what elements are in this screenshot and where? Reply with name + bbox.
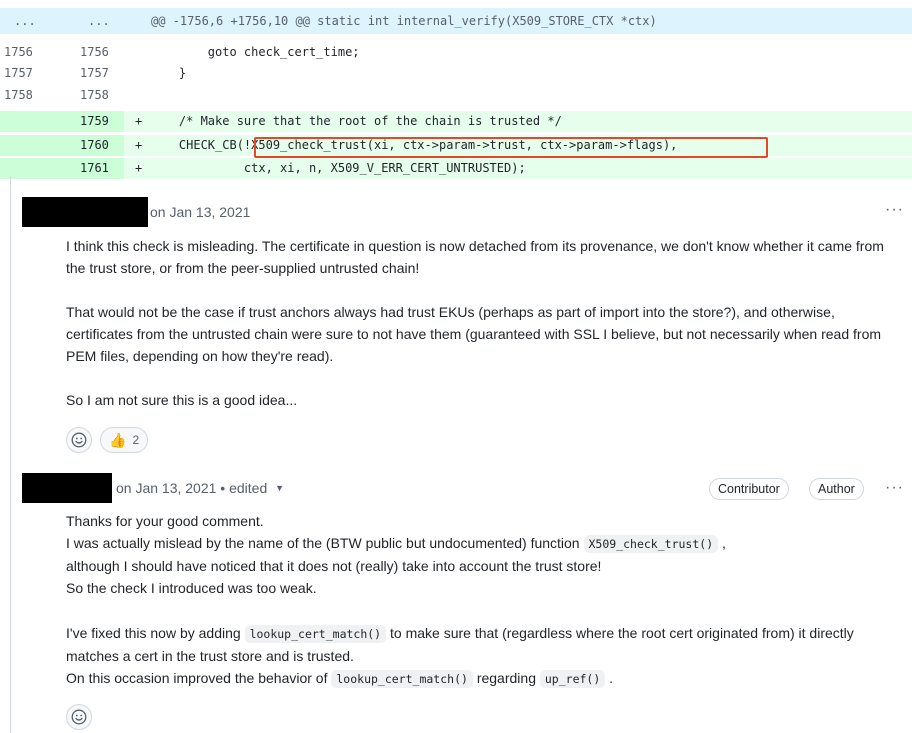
comment-1-paragraph-2: That would not be the case if trust anch… [66,304,882,364]
expand-down-button[interactable]: ... [88,8,128,34]
added-sign: + [135,114,143,128]
new-line-number[interactable]: 1760 [80,135,120,156]
added-sign: + [135,138,143,152]
diff-code: /* Make sure that the root of the chain … [150,114,562,128]
diff-line: 1758 1758 [0,85,912,106]
text-span: I've fixed this now by adding [66,625,245,641]
comment-2-line-1: Thanks for your good comment. [66,513,264,529]
comment-1-paragraph-3: So I am not sure this is a good idea... [66,392,298,408]
comment-2-line-3: although I should have noticed that it d… [66,558,602,574]
new-line-number[interactable]: 1756 [80,42,120,63]
diff-line: 1757 1757 } [0,63,912,84]
author-badge: Author [809,478,864,500]
inline-code: up_ref() [539,670,606,688]
diff-line: 1756 1756 goto check_cert_time; [0,42,912,63]
comment-1-timestamp[interactable]: on Jan 13, 2021 [150,204,250,220]
redacted-username-1 [22,197,148,227]
text-span: regarding [472,670,540,686]
comment-2-date-text: on Jan 13, 2021 • edited [116,480,268,496]
old-line-number[interactable]: 1756 [0,42,40,63]
old-line-number[interactable]: 1757 [0,63,40,84]
comment-2-more-options-button[interactable]: ··· [885,479,904,497]
hunk-header-text: @@ -1756,6 +1756,10 @@ static int intern… [151,14,657,28]
redacted-username-2 [22,473,112,503]
comment-2-paragraph-1: Thanks for your good comment. I was actu… [66,510,902,599]
text-span: On this occasion improved the behavior o… [66,670,332,686]
thumbs-up-icon: 👍 [109,432,127,448]
comment-2-line-4: So the check I introduced was too weak. [66,580,317,596]
diff-added-line: 1761 + ctx, xi, n, X509_V_ERR_CERT_UNTRU… [0,158,912,179]
thumbs-up-count: 2 [132,433,140,447]
thread-rail [10,176,11,733]
add-reaction-button[interactable] [66,704,92,730]
inline-code: lookup_cert_match() [244,625,387,643]
new-line-number[interactable]: 1758 [80,85,120,106]
comment-2-paragraph-2: I've fixed this now by adding lookup_cer… [66,622,902,690]
text-span: . [605,670,614,686]
diff-view: ... ... @@ -1756,6 +1756,10 @@ static in… [0,0,912,179]
smiley-icon [71,432,87,448]
comment-2-line-2: I was actually mislead by the name of th… [66,532,902,555]
diff-code: ctx, xi, n, X509_V_ERR_CERT_UNTRUSTED); [150,161,526,175]
diff-code: goto check_cert_time; [150,45,360,59]
old-line-number[interactable]: 1758 [0,85,40,106]
highlight-annotation-box [254,137,768,158]
diff-added-line: 1759 + /* Make sure that the root of the… [0,111,912,132]
added-sign: + [135,161,143,175]
comment-2-paragraph-3: On this occasion improved the behavior o… [66,667,902,690]
old-line-number [0,135,68,156]
smiley-icon [71,709,87,725]
new-line-number[interactable]: 1759 [80,111,120,132]
diff-hunk-header: ... ... @@ -1756,6 +1756,10 @@ static in… [0,8,912,34]
new-line-number[interactable]: 1761 [80,158,120,179]
add-reaction-button[interactable] [66,427,92,453]
diff-code: } [150,66,187,80]
inline-code: X509_check_trust() [583,535,719,553]
contributor-badge: Contributor [709,478,789,500]
inline-code: lookup_cert_match() [331,670,473,688]
chevron-down-icon[interactable]: ▼ [275,483,284,493]
thumbs-up-reaction[interactable]: 👍 2 [100,427,149,453]
text-span: , [718,535,726,551]
text-span: I was actually mislead by the name of th… [66,535,584,551]
comment-1-paragraph-1: I think this check is misleading. The ce… [66,238,884,276]
old-line-number [0,111,68,132]
comment-1-more-options-button[interactable]: ··· [885,201,904,219]
comment-2-timestamp[interactable]: on Jan 13, 2021 • edited ▼ [116,480,284,496]
expand-up-button[interactable]: ... [14,8,54,34]
new-line-number[interactable]: 1757 [80,63,120,84]
